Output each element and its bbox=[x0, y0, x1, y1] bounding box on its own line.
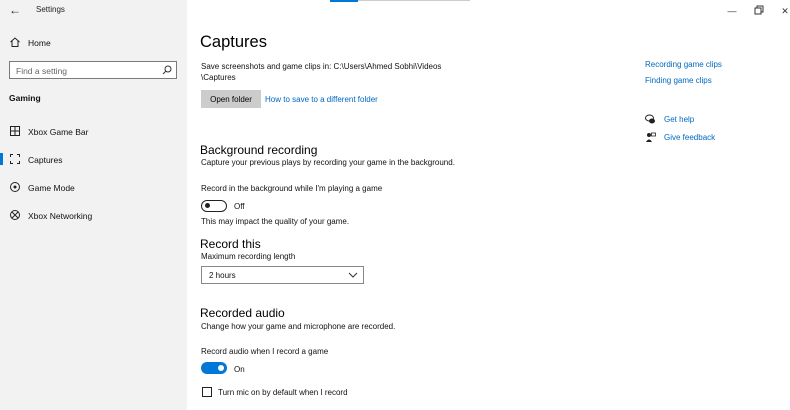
sidebar-item-label: Captures bbox=[28, 155, 63, 165]
mic-default-checkbox-label: Turn mic on by default when I record bbox=[218, 388, 348, 397]
search-box bbox=[9, 61, 177, 80]
mic-default-checkbox[interactable] bbox=[202, 387, 212, 397]
captures-icon bbox=[10, 154, 20, 164]
save-path-text-cont: \Captures bbox=[201, 73, 236, 82]
background-recording-description: Capture your previous plays by recording… bbox=[201, 158, 455, 167]
get-help-link[interactable]: Get help bbox=[664, 115, 694, 124]
window-title: Settings bbox=[36, 5, 65, 14]
background-record-toggle-label: Record in the background while I'm playi… bbox=[201, 184, 383, 193]
save-path-text: Save screenshots and game clips in: C:\U… bbox=[201, 62, 442, 71]
record-audio-toggle[interactable] bbox=[201, 362, 227, 374]
restore-icon[interactable] bbox=[752, 5, 766, 17]
feedback-icon bbox=[646, 132, 656, 142]
sidebar-item-label: Xbox Game Bar bbox=[28, 127, 89, 137]
group-label: Gaming bbox=[9, 93, 41, 103]
open-folder-button[interactable]: Open folder bbox=[201, 90, 261, 108]
max-length-label: Maximum recording length bbox=[201, 252, 296, 261]
home-icon bbox=[10, 37, 20, 47]
top-accent bbox=[330, 0, 358, 2]
sidebar-item-label: Game Mode bbox=[28, 183, 75, 193]
recording-game-clips-link[interactable]: Recording game clips bbox=[645, 60, 722, 69]
sidebar-item-home[interactable]: Home bbox=[0, 33, 187, 53]
xbox-game-bar-icon bbox=[10, 126, 20, 136]
background-record-toggle[interactable] bbox=[201, 200, 227, 212]
page-title: Captures bbox=[200, 33, 267, 51]
search-icon[interactable] bbox=[162, 65, 172, 75]
help-icon bbox=[645, 114, 655, 124]
finding-game-clips-link[interactable]: Finding game clips bbox=[645, 76, 712, 85]
recorded-audio-description: Change how your game and microphone are … bbox=[201, 322, 396, 331]
give-feedback-link[interactable]: Give feedback bbox=[664, 133, 715, 142]
toggle-knob bbox=[205, 203, 210, 208]
chevron-down-icon bbox=[348, 272, 358, 278]
back-arrow-icon[interactable]: ← bbox=[8, 3, 22, 17]
how-to-save-link[interactable]: How to save to a different folder bbox=[265, 95, 378, 104]
sidebar-item-xbox-game-bar[interactable]: Xbox Game Bar bbox=[0, 122, 187, 142]
game-mode-icon bbox=[10, 182, 20, 192]
background-recording-heading: Background recording bbox=[200, 143, 318, 157]
record-audio-toggle-label: Record audio when I record a game bbox=[201, 347, 329, 356]
toggle-state-text: On bbox=[234, 365, 245, 374]
max-length-value: 2 hours bbox=[209, 271, 236, 280]
sidebar: ← Settings Home Gaming Xbox Game Bar Cap… bbox=[0, 0, 187, 410]
restore-glyph bbox=[754, 5, 764, 15]
sidebar-item-captures[interactable]: Captures bbox=[0, 150, 187, 170]
sidebar-item-game-mode[interactable]: Game Mode bbox=[0, 178, 187, 198]
toggle-knob bbox=[218, 365, 224, 371]
toggle-state-text: Off bbox=[234, 202, 245, 211]
sidebar-item-label: Xbox Networking bbox=[28, 211, 93, 221]
search-input[interactable] bbox=[10, 62, 168, 80]
minimize-icon[interactable]: — bbox=[725, 5, 739, 17]
quality-note: This may impact the quality of your game… bbox=[201, 217, 350, 226]
sidebar-item-xbox-networking[interactable]: Xbox Networking bbox=[0, 206, 187, 226]
close-icon[interactable]: ✕ bbox=[778, 5, 790, 17]
record-this-heading: Record this bbox=[200, 237, 261, 251]
xbox-icon bbox=[10, 210, 20, 220]
max-length-select[interactable]: 2 hours bbox=[201, 266, 364, 284]
sidebar-item-label: Home bbox=[28, 38, 51, 48]
recorded-audio-heading: Recorded audio bbox=[200, 306, 285, 320]
